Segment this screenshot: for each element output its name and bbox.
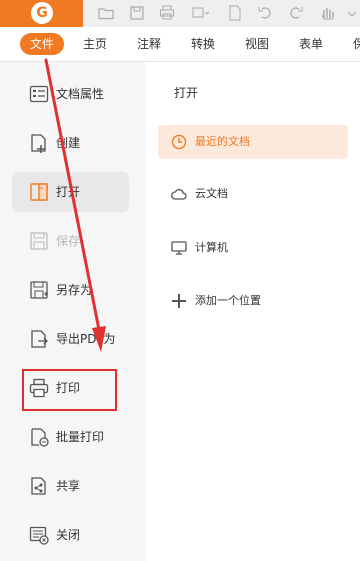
file-item-label: 另存为	[56, 283, 93, 297]
file-item-label: 文档属性	[56, 87, 105, 101]
hand-tool-icon[interactable]	[318, 4, 336, 22]
file-item-share[interactable]: 共享	[12, 466, 129, 506]
export-pdf-icon	[28, 328, 50, 350]
menu-convert[interactable]: 转换	[191, 33, 215, 55]
cloud-icon	[170, 185, 188, 203]
share-icon	[28, 475, 50, 497]
menu-annotate[interactable]: 注释	[137, 33, 161, 55]
print-icon[interactable]	[158, 4, 176, 22]
open-item-recent[interactable]: 最近的文档	[158, 125, 348, 159]
file-item-open[interactable]: 打开	[12, 172, 129, 212]
file-item-export-pdf[interactable]: 导出PDF为	[12, 319, 129, 359]
redo-icon[interactable]	[287, 4, 305, 22]
menu-home[interactable]: 主页	[83, 33, 107, 55]
menu-file[interactable]: 文件	[20, 33, 65, 55]
create-icon	[28, 132, 50, 154]
file-item-label: 打开	[56, 185, 81, 199]
app-logo[interactable]: G	[0, 0, 83, 27]
menu-bar: 文件 主页 注释 转换 视图 表单 保	[0, 27, 360, 62]
file-item-label: 保存	[56, 234, 81, 248]
plus-icon	[170, 292, 188, 310]
file-item-batch-print[interactable]: 批量打印	[12, 417, 129, 457]
title-bar: G	[0, 0, 360, 27]
computer-icon	[170, 239, 188, 257]
logo-glyph: G	[36, 5, 48, 21]
file-item-close[interactable]: 关闭	[12, 515, 129, 555]
document-properties-icon	[28, 83, 50, 105]
open-item-computer[interactable]: 计算机	[158, 231, 348, 265]
file-item-label: 创建	[56, 136, 81, 150]
save-as-icon	[28, 279, 50, 301]
open-item-label: 云文档	[195, 187, 228, 200]
open-item-label: 计算机	[195, 241, 228, 254]
open-item-add-location[interactable]: 添加一个位置	[158, 284, 348, 318]
menu-protect[interactable]: 保	[353, 33, 360, 55]
menu-view[interactable]: 视图	[245, 33, 269, 55]
image-dropdown-icon[interactable]	[191, 4, 210, 22]
logo-icon: G	[31, 2, 53, 24]
file-item-label: 批量打印	[56, 430, 105, 444]
file-item-create[interactable]: 创建	[12, 123, 129, 163]
open-folder-icon[interactable]	[97, 4, 115, 22]
file-menu-panel: 文档属性 创建 打开 保存 另存为 导出PDF为 打印 批量打印 共享 关闭	[0, 62, 146, 561]
file-item-label: 共享	[56, 479, 81, 493]
file-item-save: 保存	[12, 221, 129, 261]
save-icon[interactable]	[128, 4, 146, 22]
chevron-down-icon[interactable]	[344, 4, 358, 22]
open-item-label: 添加一个位置	[195, 294, 261, 307]
close-document-icon	[28, 524, 50, 546]
undo-icon[interactable]	[256, 4, 274, 22]
open-item-label: 最近的文档	[195, 135, 250, 148]
menu-form[interactable]: 表单	[299, 33, 323, 55]
save-icon	[28, 230, 50, 252]
open-panel-title: 打开	[174, 86, 199, 100]
open-panel: 打开 最近的文档 云文档 计算机 添加一个位置	[146, 62, 360, 561]
open-item-cloud[interactable]: 云文档	[158, 177, 348, 211]
file-item-save-as[interactable]: 另存为	[12, 270, 129, 310]
clock-icon	[170, 133, 188, 151]
batch-print-icon	[28, 426, 50, 448]
open-icon	[28, 181, 50, 203]
document-icon[interactable]	[226, 4, 244, 22]
file-item-label: 导出PDF为	[56, 332, 116, 346]
print-highlight-box	[22, 369, 117, 411]
file-item-properties[interactable]: 文档属性	[12, 74, 129, 114]
file-item-label: 关闭	[56, 528, 81, 542]
